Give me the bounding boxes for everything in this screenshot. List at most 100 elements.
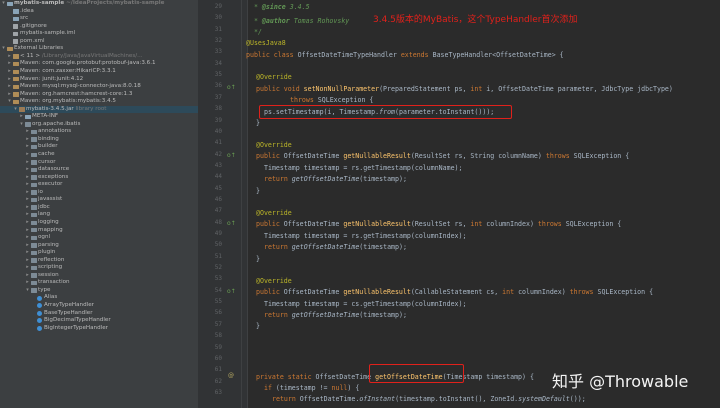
tree-item[interactable]: ▸ binding [0, 136, 198, 144]
line-number: 30 [214, 14, 222, 22]
tree-item[interactable]: ▾ org.apache.ibatis [0, 121, 198, 129]
tree-item[interactable]: ▸ jdbc [0, 204, 198, 212]
tree-item[interactable]: ▸ Maven: org.hamcrest:hamcrest-core:1.3 [0, 91, 198, 99]
override-marker-icon[interactable]: o↑ [227, 220, 236, 227]
chevron-right-icon[interactable]: ▸ [25, 234, 30, 242]
code-line: @UsesJava8 [246, 39, 286, 47]
tree-item[interactable]: ▸ Maven: com.google.protobuf:protobuf-jav… [0, 60, 198, 68]
class-declaration: public class OffsetDateTimeTypeHandler e… [246, 51, 564, 59]
tree-item[interactable]: ▸ transaction [0, 279, 198, 287]
tree-item[interactable]: ▾ mybatis-3.4.5.jar library root [0, 105, 198, 114]
tree-item[interactable]: ▸ datasource [0, 166, 198, 174]
tree-item[interactable]: ▸ io [0, 189, 198, 197]
lib-icon [13, 99, 19, 105]
tree-item[interactable]: ▸ exceptions [0, 174, 198, 182]
tree-item[interactable]: BigIntegerTypeHandler [0, 325, 198, 333]
tree-item[interactable]: ▸ builder [0, 143, 198, 151]
tree-item-label: Maven: junit:junit:4.12 [20, 75, 84, 82]
chevron-right-icon[interactable]: ▸ [25, 249, 30, 257]
chevron-right-icon[interactable]: ▸ [25, 242, 30, 250]
chevron-right-icon[interactable]: ▸ [7, 83, 12, 91]
chevron-right-icon[interactable]: ▸ [7, 53, 12, 61]
tree-item[interactable]: BigDecimalTypeHandler [0, 317, 198, 325]
tree-item[interactable]: ▸ javassist [0, 196, 198, 204]
tree-item[interactable]: ▸ plugin [0, 249, 198, 257]
chevron-right-icon[interactable]: ▸ [25, 189, 30, 197]
tree-item-label: builder [38, 143, 58, 150]
chevron-right-icon[interactable]: ▸ [25, 166, 30, 174]
chevron-right-icon[interactable]: ▸ [25, 143, 30, 151]
tree-item-label: .gitignore [20, 22, 47, 29]
tree-item[interactable]: ▸ session [0, 272, 198, 280]
tree-item[interactable]: .idea [0, 8, 198, 16]
tree-item[interactable]: .gitignore [0, 23, 198, 31]
folder-icon [13, 16, 19, 22]
tree-item-label: pom.xml [20, 37, 45, 44]
tree-item[interactable]: ArrayTypeHandler [0, 302, 198, 310]
tree-item[interactable]: ▸ lang [0, 211, 198, 219]
cls-icon [37, 310, 42, 316]
chevron-down-icon[interactable]: ▾ [1, 45, 6, 53]
tree-item[interactable]: ▸ mapping [0, 227, 198, 235]
chevron-right-icon[interactable]: ▸ [25, 174, 30, 182]
chevron-right-icon[interactable]: ▸ [25, 159, 30, 167]
chevron-right-icon[interactable]: ▸ [25, 227, 30, 235]
tree-item[interactable]: Alias [0, 294, 198, 302]
tree-item[interactable]: ▸ Maven: junit:junit:4.12 [0, 76, 198, 84]
tree-item-suffix: ~/IdeaProjects/mybatis-sample [64, 0, 165, 6]
chevron-right-icon[interactable]: ▸ [7, 68, 12, 76]
chevron-right-icon[interactable]: ▸ [25, 151, 30, 159]
chevron-right-icon[interactable]: ▸ [25, 257, 30, 265]
chevron-right-icon[interactable]: ▸ [25, 211, 30, 219]
chevron-down-icon[interactable]: ▾ [7, 98, 12, 106]
tree-item[interactable]: ▸ executor [0, 181, 198, 189]
chevron-right-icon[interactable]: ▸ [25, 272, 30, 280]
line-number: 36 [214, 82, 222, 90]
tree-item[interactable]: ▸ < 11 > /Library/Java/JavaVirtualMachine… [0, 53, 198, 61]
chevron-right-icon[interactable]: ▸ [7, 91, 12, 99]
override-marker-icon[interactable]: o↑ [227, 288, 236, 295]
fold-line [241, 0, 242, 408]
chevron-down-icon[interactable]: ▾ [1, 0, 6, 8]
chevron-right-icon[interactable]: ▸ [25, 128, 30, 136]
override-marker-icon[interactable]: o↑ [227, 84, 236, 91]
chevron-down-icon[interactable]: ▾ [25, 287, 30, 295]
chevron-right-icon[interactable]: ▸ [25, 136, 30, 144]
tree-item[interactable]: ▾ Maven: org.mybatis:mybatis:3.4.5 [0, 98, 198, 106]
chevron-right-icon[interactable]: ▸ [25, 279, 30, 287]
tree-item-label: mapping [38, 226, 63, 233]
override-marker-icon[interactable]: o↑ [227, 152, 236, 159]
chevron-right-icon[interactable]: ▸ [25, 204, 30, 212]
pkg-icon [31, 190, 37, 195]
tree-item[interactable]: ▸ reflection [0, 257, 198, 265]
tree-item[interactable]: ▸ cursor [0, 159, 198, 167]
chevron-down-icon[interactable]: ▾ [19, 121, 24, 129]
tree-item[interactable]: ▸ cache [0, 151, 198, 159]
tree-item[interactable]: ▸ parsing [0, 242, 198, 250]
chevron-right-icon[interactable]: ▸ [7, 76, 12, 84]
tree-item[interactable]: ▸ Maven: com.zaxxer:HikariCP:3.3.1 [0, 68, 198, 76]
tree-item[interactable]: ▸ META-INF [0, 113, 198, 121]
tree-item[interactable]: mybatis-sample.iml [0, 30, 198, 38]
tree-item[interactable]: ▸ ognl [0, 234, 198, 242]
project-tree-panel[interactable]: ▾ mybatis-sample ~/IdeaProjects/mybatis-s… [0, 0, 198, 408]
chevron-down-icon[interactable]: ▾ [13, 106, 18, 114]
tree-item-label: exceptions [38, 173, 69, 180]
tree-item[interactable]: ▸ scripting [0, 264, 198, 272]
chevron-right-icon[interactable]: ▸ [25, 219, 30, 227]
tree-item[interactable]: ▾ mybatis-sample ~/IdeaProjects/mybatis-s… [0, 0, 198, 8]
chevron-right-icon[interactable]: ▸ [7, 60, 12, 68]
tree-item[interactable]: ▸ Maven: mysql:mysql-connector-java:8.0.1… [0, 83, 198, 91]
tree-item[interactable]: ▸ logging [0, 219, 198, 227]
chevron-right-icon[interactable]: ▸ [25, 264, 30, 272]
tree-item[interactable]: src [0, 15, 198, 23]
tree-item[interactable]: ▸ annotations [0, 128, 198, 136]
chevron-right-icon[interactable]: ▸ [19, 113, 24, 121]
tree-item[interactable]: BaseTypeHandler [0, 310, 198, 318]
chevron-right-icon[interactable]: ▸ [25, 181, 30, 189]
tree-item[interactable]: ▾ type [0, 287, 198, 295]
tree-item[interactable]: pom.xml [0, 38, 198, 46]
tree-item[interactable]: ▾ External Libraries [0, 45, 198, 53]
annotation-marker-icon[interactable]: @ [228, 372, 234, 379]
chevron-right-icon[interactable]: ▸ [25, 196, 30, 204]
